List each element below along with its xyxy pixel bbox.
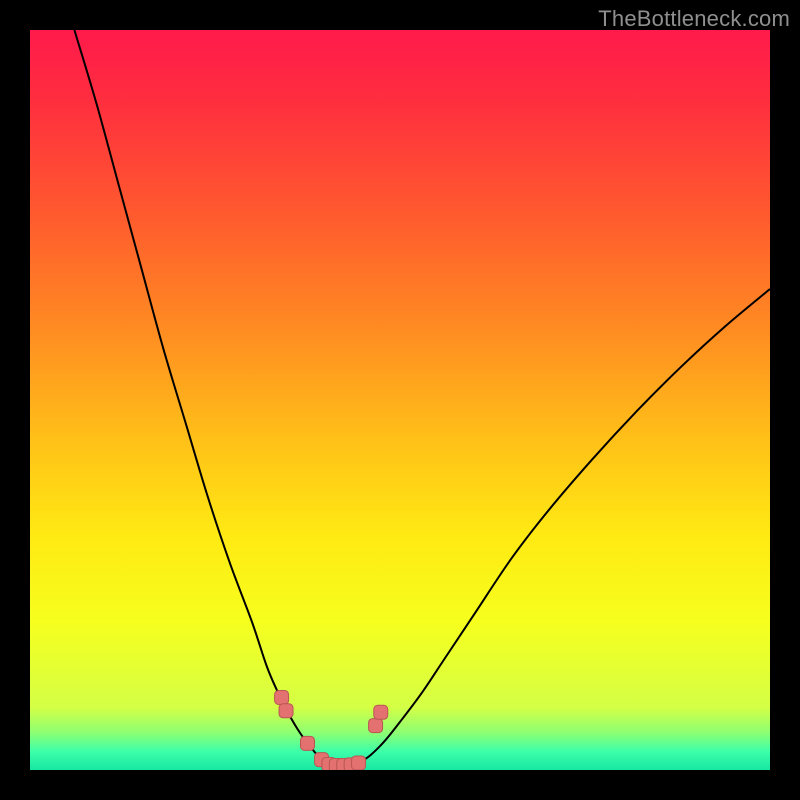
data-marker xyxy=(374,705,388,719)
watermark-text: TheBottleneck.com xyxy=(598,6,790,32)
plot-area xyxy=(30,30,770,770)
data-marker xyxy=(279,704,293,718)
gradient-background xyxy=(30,30,770,770)
data-marker xyxy=(275,690,289,704)
chart-svg xyxy=(30,30,770,770)
data-marker xyxy=(352,756,366,770)
outer-frame: TheBottleneck.com xyxy=(0,0,800,800)
data-marker xyxy=(369,719,383,733)
data-marker xyxy=(301,736,315,750)
